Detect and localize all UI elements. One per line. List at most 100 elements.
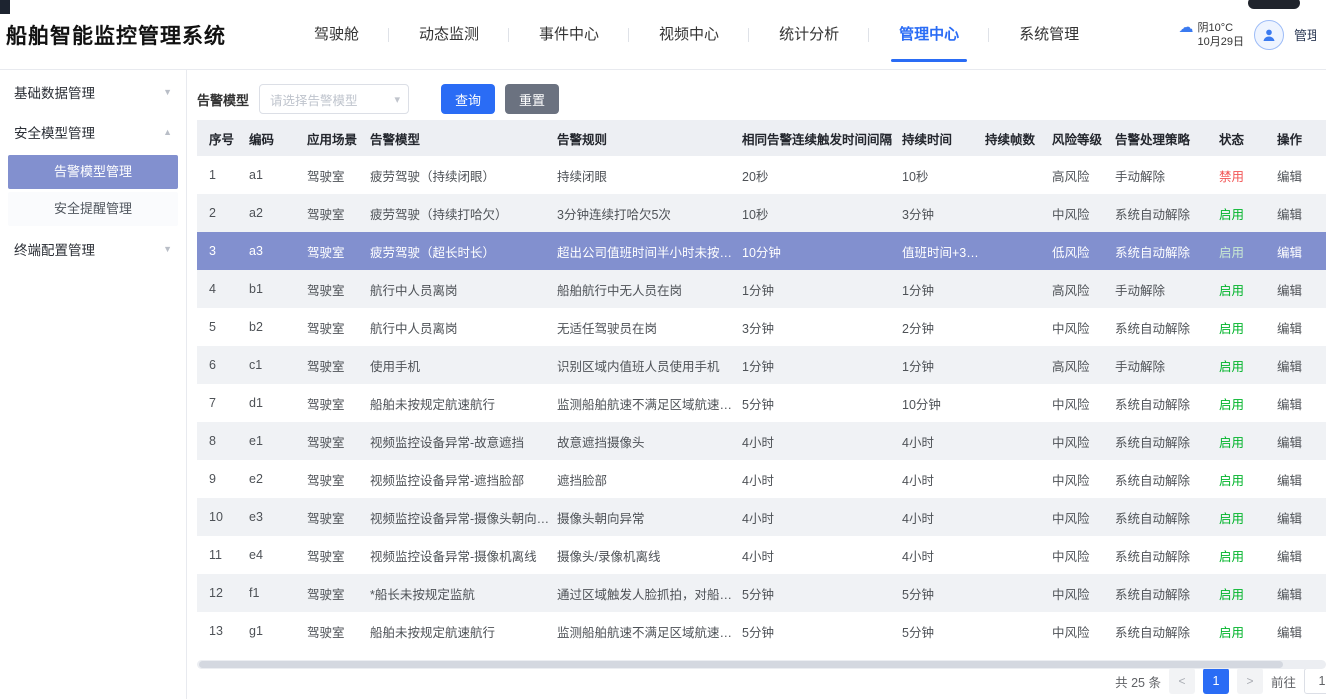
status-cell: 禁用 <box>1219 156 1277 194</box>
nav-item[interactable]: 管理中心 <box>869 0 989 70</box>
table-cell: 4小时 <box>742 422 902 460</box>
edit-button[interactable]: 编辑 <box>1277 436 1302 450</box>
cloud-icon: ☁ <box>1179 21 1194 35</box>
sidebar-item[interactable]: 告警模型管理 <box>8 155 178 189</box>
edit-button[interactable]: 编辑 <box>1277 208 1302 222</box>
nav-item[interactable]: 动态监测 <box>389 0 509 70</box>
sidebar-group-label: 安全模型管理 <box>14 122 95 142</box>
table-cell: 13 <box>197 612 249 650</box>
table-row[interactable]: 11e4驾驶室视频监控设备异常-摄像机离线摄像头/录像机离线4小时4小时中风险系… <box>197 536 1326 574</box>
table-cell: 3分钟连续打哈欠5次 <box>557 194 742 232</box>
status-badge: 启用 <box>1219 322 1244 336</box>
table-cell: 手动解除 <box>1115 346 1219 384</box>
scrollbar-thumb[interactable] <box>199 661 1283 668</box>
status-cell: 启用 <box>1219 498 1277 536</box>
table-row[interactable]: 4b1驾驶室航行中人员离岗船舶航行中无人员在岗1分钟1分钟高风险手动解除启用编辑 <box>197 270 1326 308</box>
avatar[interactable] <box>1254 20 1284 50</box>
column-header: 持续时间 <box>902 120 985 156</box>
table-header-row: 序号编码应用场景告警模型告警规则相同告警连续触发时间间隔持续时间持续帧数风险等级… <box>197 120 1326 156</box>
edit-button[interactable]: 编辑 <box>1277 398 1302 412</box>
edit-button[interactable]: 编辑 <box>1277 284 1302 298</box>
nav-item[interactable]: 驾驶舱 <box>284 0 389 70</box>
edit-button[interactable]: 编辑 <box>1277 550 1302 564</box>
table-cell: 4小时 <box>742 536 902 574</box>
alarm-model-select[interactable]: 请选择告警模型 ▾ <box>259 84 409 114</box>
table-cell: 3分钟 <box>902 194 985 232</box>
nav-item[interactable]: 统计分析 <box>749 0 869 70</box>
user-label[interactable]: 管理 <box>1294 25 1316 44</box>
table-cell: 5分钟 <box>902 574 985 612</box>
operation-cell: 编辑 <box>1277 574 1326 612</box>
table-cell: 中风险 <box>1052 536 1115 574</box>
operation-cell: 编辑 <box>1277 612 1326 650</box>
reset-button[interactable]: 重置 <box>505 84 559 114</box>
table-cell: 中风险 <box>1052 194 1115 232</box>
top-header: 船舶智能监控管理系统 驾驶舱动态监测事件中心视频中心统计分析管理中心系统管理 ☁… <box>0 0 1326 70</box>
table-cell: e2 <box>249 460 307 498</box>
table-cell <box>985 612 1052 650</box>
table-row[interactable]: 5b2驾驶室航行中人员离岗无适任驾驶员在岗3分钟2分钟中风险系统自动解除启用编辑 <box>197 308 1326 346</box>
nav-item[interactable]: 事件中心 <box>509 0 629 70</box>
edit-button[interactable]: 编辑 <box>1277 512 1302 526</box>
prev-page-button[interactable]: < <box>1169 669 1195 694</box>
edit-button[interactable]: 编辑 <box>1277 170 1302 184</box>
table-cell: 识别区域内值班人员使用手机 <box>557 346 742 384</box>
horizontal-scrollbar[interactable] <box>197 660 1326 669</box>
column-header: 序号 <box>197 120 249 156</box>
nav-item[interactable]: 视频中心 <box>629 0 749 70</box>
main-content: 告警模型 请选择告警模型 ▾ 查询 重置 序号编码应用场景告警模型告警规则相 <box>187 70 1326 699</box>
table-row[interactable]: 3a3驾驶室疲劳驾驶（超长时长）超出公司值班时间半小时未按规定交接10分钟值班时… <box>197 232 1326 270</box>
table-cell: 2分钟 <box>902 308 985 346</box>
status-cell: 启用 <box>1219 346 1277 384</box>
table-row[interactable]: 2a2驾驶室疲劳驾驶（持续打哈欠）3分钟连续打哈欠5次10秒3分钟中风险系统自动… <box>197 194 1326 232</box>
edit-button[interactable]: 编辑 <box>1277 626 1302 640</box>
table-cell: 疲劳驾驶（超长时长） <box>370 232 557 270</box>
status-badge: 启用 <box>1219 436 1244 450</box>
edit-button[interactable]: 编辑 <box>1277 322 1302 336</box>
table-cell: 驾驶室 <box>307 574 370 612</box>
table-row[interactable]: 9e2驾驶室视频监控设备异常-遮挡脸部遮挡脸部4小时4小时中风险系统自动解除启用… <box>197 460 1326 498</box>
edit-button[interactable]: 编辑 <box>1277 246 1302 260</box>
page-1-button[interactable]: 1 <box>1203 669 1229 694</box>
table-cell: 1分钟 <box>742 346 902 384</box>
nav-item[interactable]: 系统管理 <box>989 0 1109 70</box>
edit-button[interactable]: 编辑 <box>1277 474 1302 488</box>
edit-button[interactable]: 编辑 <box>1277 588 1302 602</box>
table-cell <box>985 270 1052 308</box>
table-cell: 10秒 <box>742 194 902 232</box>
table-cell: 系统自动解除 <box>1115 308 1219 346</box>
table-cell: 10 <box>197 498 249 536</box>
table-cell <box>985 422 1052 460</box>
select-placeholder: 请选择告警模型 <box>270 90 358 109</box>
goto-page-input[interactable] <box>1304 669 1326 694</box>
filter-bar: 告警模型 请选择告警模型 ▾ 查询 重置 <box>197 78 1326 120</box>
table-cell: 航行中人员离岗 <box>370 308 557 346</box>
sidebar-group-label: 终端配置管理 <box>14 239 95 259</box>
table-cell: 1分钟 <box>742 270 902 308</box>
alarm-model-table-wrap: 序号编码应用场景告警模型告警规则相同告警连续触发时间间隔持续时间持续帧数风险等级… <box>197 120 1326 650</box>
sidebar-group[interactable]: 终端配置管理▼ <box>0 229 186 269</box>
table-row[interactable]: 8e1驾驶室视频监控设备异常-故意遮挡故意遮挡摄像头4小时4小时中风险系统自动解… <box>197 422 1326 460</box>
table-row[interactable]: 1a1驾驶室疲劳驾驶（持续闭眼）持续闭眼20秒10秒高风险手动解除禁用编辑 <box>197 156 1326 194</box>
table-cell: 7 <box>197 384 249 422</box>
table-row[interactable]: 12f1驾驶室*船长未按规定监航通过区域触发人脸抓拍，对船长身份...5分钟5分… <box>197 574 1326 612</box>
table-cell: 驾驶室 <box>307 232 370 270</box>
sidebar-item[interactable]: 安全提醒管理 <box>8 192 178 226</box>
table-cell: 3 <box>197 232 249 270</box>
table-row[interactable]: 6c1驾驶室使用手机识别区域内值班人员使用手机1分钟1分钟高风险手动解除启用编辑 <box>197 346 1326 384</box>
table-cell: 系统自动解除 <box>1115 460 1219 498</box>
sidebar-group[interactable]: 基础数据管理▼ <box>0 72 186 112</box>
table-cell <box>985 194 1052 232</box>
search-button[interactable]: 查询 <box>441 84 495 114</box>
edit-button[interactable]: 编辑 <box>1277 360 1302 374</box>
table-body: 1a1驾驶室疲劳驾驶（持续闭眼）持续闭眼20秒10秒高风险手动解除禁用编辑2a2… <box>197 156 1326 650</box>
table-cell: 超出公司值班时间半小时未按规定交接 <box>557 232 742 270</box>
next-page-button[interactable]: > <box>1237 669 1263 694</box>
table-cell: 视频监控设备异常-摄像机离线 <box>370 536 557 574</box>
table-cell: 系统自动解除 <box>1115 536 1219 574</box>
sidebar-group[interactable]: 安全模型管理▲ <box>0 112 186 152</box>
table-row[interactable]: 10e3驾驶室视频监控设备异常-摄像头朝向异常摄像头朝向异常4小时4小时中风险系… <box>197 498 1326 536</box>
operation-cell: 编辑 <box>1277 384 1326 422</box>
table-row[interactable]: 13g1驾驶室船舶未按规定航速航行监测船舶航速不满足区域航速限制规定5分钟5分钟… <box>197 612 1326 650</box>
table-row[interactable]: 7d1驾驶室船舶未按规定航速航行监测船舶航速不满足区域航速限制规定5分钟10分钟… <box>197 384 1326 422</box>
